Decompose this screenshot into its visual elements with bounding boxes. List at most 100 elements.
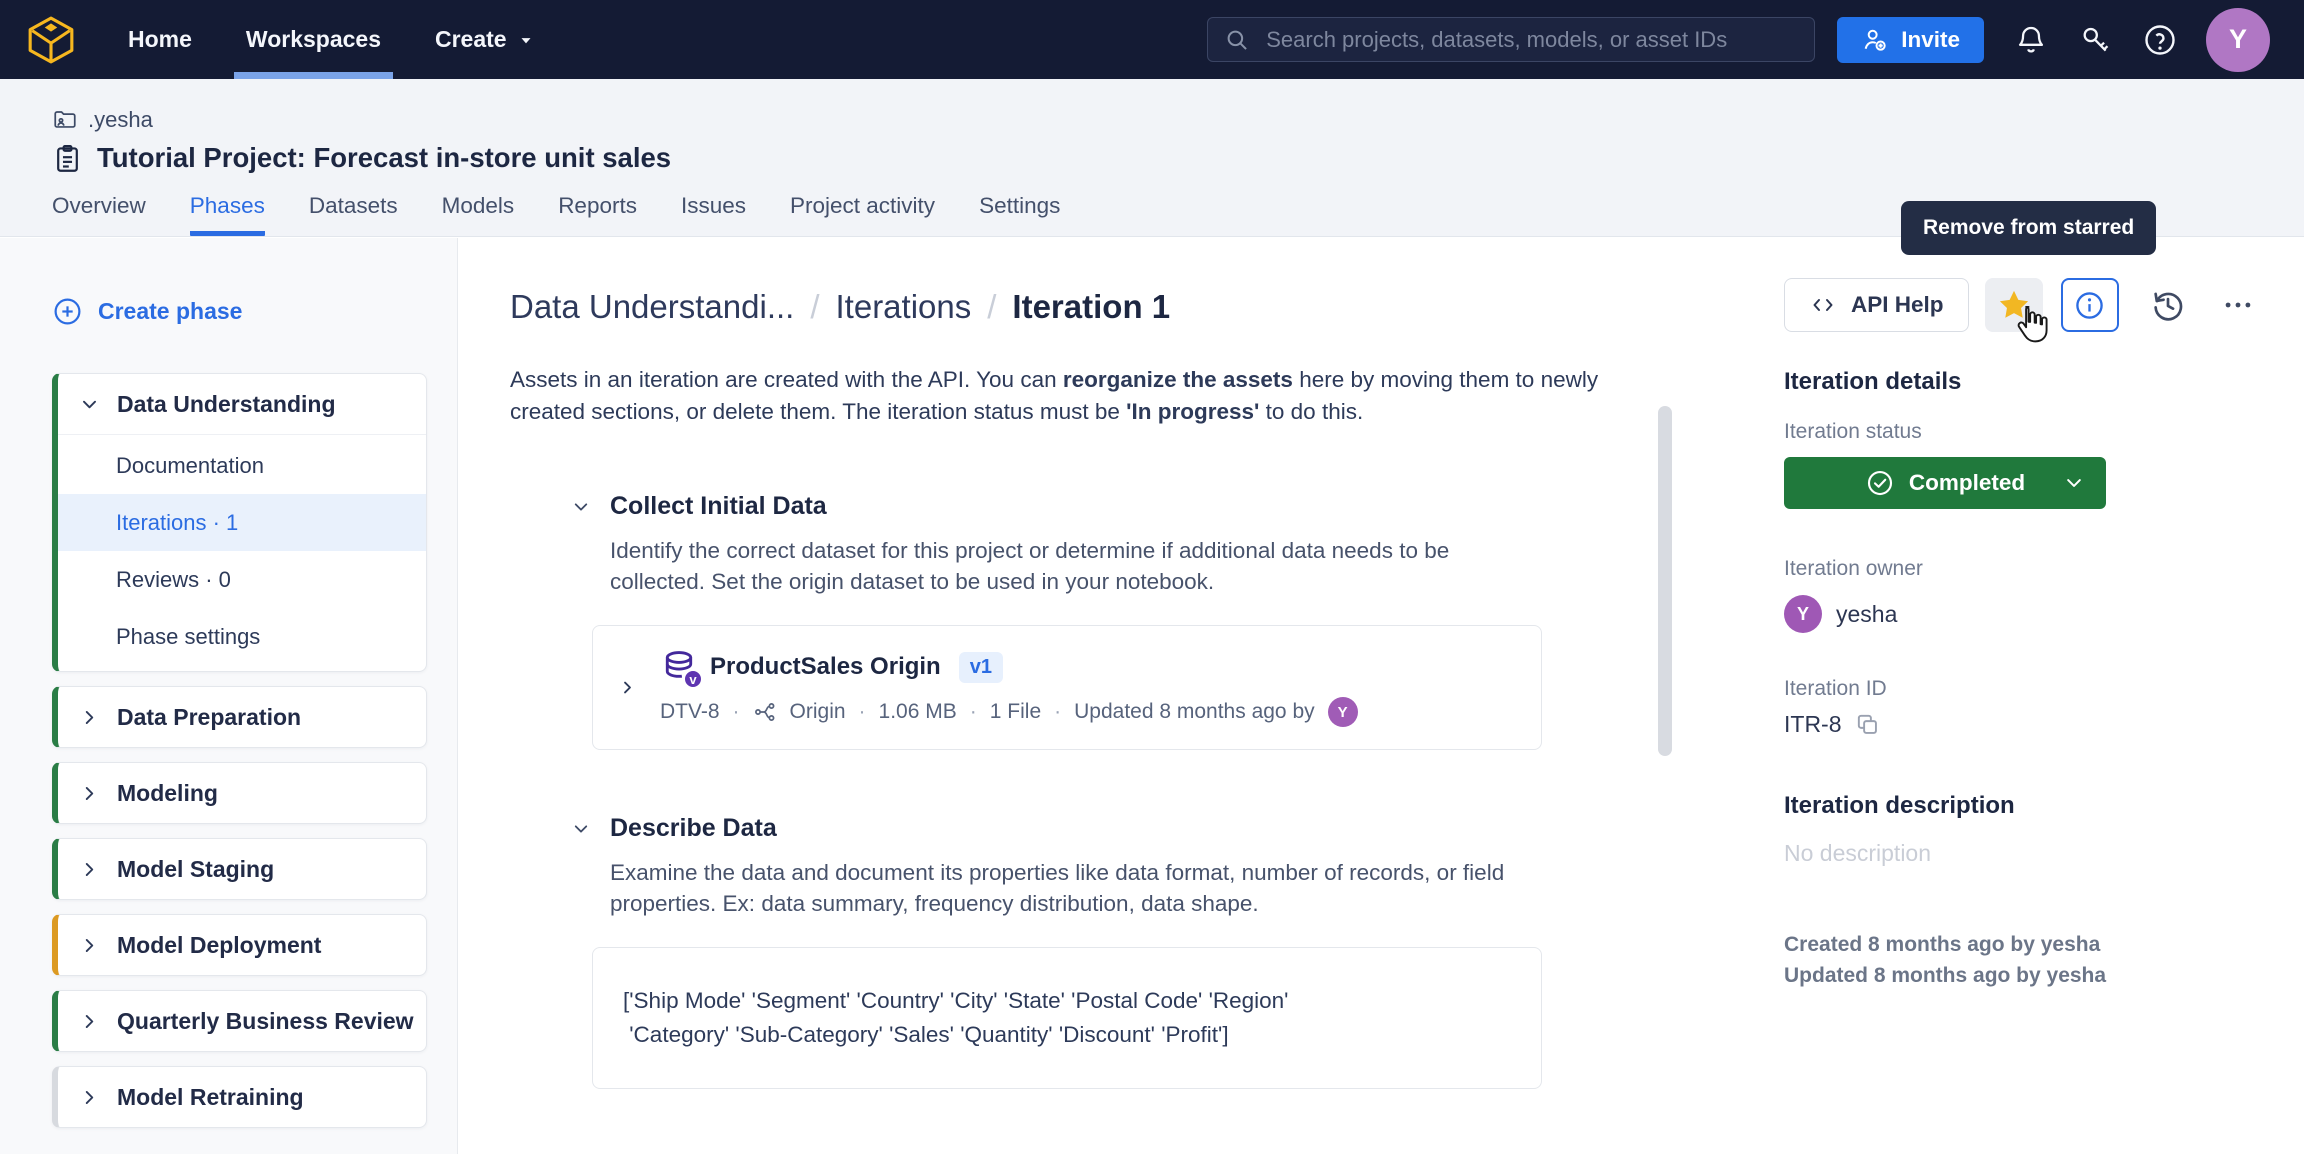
info-button[interactable] xyxy=(2061,278,2119,332)
asset-origin: Origin xyxy=(790,700,846,724)
api-help-label: API Help xyxy=(1851,292,1944,318)
phase-title: Model Retraining xyxy=(117,1084,304,1111)
tab-datasets[interactable]: Datasets xyxy=(309,193,398,236)
owner-avatar: Y xyxy=(1784,595,1822,633)
mouse-cursor-pointer xyxy=(2010,302,2052,344)
iteration-owner-label: Iteration owner xyxy=(1784,557,2270,581)
sidebar-item-phase-settings[interactable]: Phase settings xyxy=(58,608,426,665)
section-collect-initial-data: Collect Initial Data Identify the correc… xyxy=(572,492,1782,750)
project-title-row: Tutorial Project: Forecast in-store unit… xyxy=(52,142,2304,174)
chevron-down-icon xyxy=(2064,473,2084,493)
phase-card-model-deployment: Model Deployment xyxy=(52,914,427,976)
sidebar-item-reviews[interactable]: Reviews · 0 xyxy=(58,551,426,608)
plus-circle-icon xyxy=(52,296,83,327)
key-icon xyxy=(2078,23,2112,57)
history-button[interactable] xyxy=(2149,286,2187,324)
phase-header-model-retraining[interactable]: Model Retraining xyxy=(58,1067,426,1127)
nav-workspaces-label: Workspaces xyxy=(246,26,381,53)
primary-nav: Home Workspaces Create xyxy=(128,0,535,79)
phases-sidebar: Create phase Data Understanding Document… xyxy=(0,238,458,1154)
iteration-id-value: ITR-8 xyxy=(1784,711,1842,738)
tab-reports[interactable]: Reports xyxy=(558,193,637,236)
bell-icon xyxy=(2014,23,2048,57)
phase-header-data-preparation[interactable]: Data Preparation xyxy=(58,687,426,747)
notifications-button[interactable] xyxy=(2014,23,2048,57)
api-keys-button[interactable] xyxy=(2078,23,2112,57)
owner-name: yesha xyxy=(1836,601,1897,628)
tab-overview[interactable]: Overview xyxy=(52,193,146,236)
search-input[interactable] xyxy=(1207,17,1815,62)
search-icon xyxy=(1223,26,1250,53)
code-brackets-icon xyxy=(1809,293,1837,317)
tab-project-activity[interactable]: Project activity xyxy=(790,193,935,236)
phase-header-model-deployment[interactable]: Model Deployment xyxy=(58,915,426,975)
history-clock-icon xyxy=(2149,286,2187,324)
origin-branch-icon xyxy=(753,700,777,724)
sidebar-item-documentation[interactable]: Documentation xyxy=(58,437,426,494)
phase-card-data-preparation: Data Preparation xyxy=(52,686,427,748)
global-search xyxy=(1207,17,1815,62)
asset-file-count: 1 File xyxy=(990,700,1041,724)
nav-home[interactable]: Home xyxy=(128,0,192,79)
iteration-details-panel: API Help Iteration details Iteration sta… xyxy=(1782,238,2304,1154)
dataset-asset-card[interactable]: v ProductSales Origin v1 DTV-8 · Origin xyxy=(592,625,1542,750)
more-actions-button[interactable] xyxy=(2221,288,2255,322)
breadcrumb-iterations[interactable]: Iterations xyxy=(836,288,972,326)
phase-card-modeling: Modeling xyxy=(52,762,427,824)
tab-issues[interactable]: Issues xyxy=(681,193,746,236)
create-phase-button[interactable]: Create phase xyxy=(52,296,427,327)
nav-create[interactable]: Create xyxy=(435,0,535,79)
workspace-name: .yesha xyxy=(88,107,153,133)
iteration-audit-text: Created 8 months ago by yesha Updated 8 … xyxy=(1784,929,2270,991)
chevron-down-icon[interactable] xyxy=(572,820,590,838)
breadcrumb-current: Iteration 1 xyxy=(1012,288,1170,326)
chevron-right-icon xyxy=(80,936,99,955)
tab-models[interactable]: Models xyxy=(442,193,515,236)
version-badge-icon: v xyxy=(683,669,703,689)
phase-title: Quarterly Business Review xyxy=(117,1008,414,1035)
iteration-description-value: No description xyxy=(1784,840,2270,867)
updated-text: Updated 8 months ago by yesha xyxy=(1784,960,2270,991)
iteration-status-dropdown[interactable]: Completed xyxy=(1784,457,2106,509)
iteration-main: Data Understandi... / Iterations / Itera… xyxy=(458,238,1782,1154)
phase-header-modeling[interactable]: Modeling xyxy=(58,763,426,823)
intro-text: to do this. xyxy=(1259,399,1363,424)
section-description: Identify the correct dataset for this pr… xyxy=(610,535,1525,597)
workspace-folder-icon xyxy=(52,107,78,133)
phase-header-quarterly-business-review[interactable]: Quarterly Business Review xyxy=(58,991,426,1051)
nav-create-label: Create xyxy=(435,26,507,53)
meta-separator: · xyxy=(859,700,866,724)
main-scrollbar-thumb[interactable] xyxy=(1658,406,1672,756)
section-header[interactable]: Collect Initial Data xyxy=(572,492,1782,521)
caret-down-icon xyxy=(517,31,535,49)
workspace-breadcrumb[interactable]: .yesha xyxy=(52,107,2304,133)
tab-phases[interactable]: Phases xyxy=(190,193,265,236)
user-avatar[interactable]: Y xyxy=(2206,8,2270,72)
invite-button[interactable]: Invite xyxy=(1837,17,1984,63)
phase-title: Modeling xyxy=(117,780,218,807)
phase-header-data-understanding[interactable]: Data Understanding xyxy=(58,374,426,434)
chevron-right-icon xyxy=(80,860,99,879)
phase-header-model-staging[interactable]: Model Staging xyxy=(58,839,426,899)
chevron-down-icon[interactable] xyxy=(572,498,590,516)
iteration-id-label: Iteration ID xyxy=(1784,677,2270,701)
section-description: Examine the data and document its proper… xyxy=(610,857,1525,919)
asset-name[interactable]: ProductSales Origin xyxy=(710,653,941,681)
intro-text: Assets in an iteration are created with … xyxy=(510,367,1063,392)
nav-home-label: Home xyxy=(128,26,192,53)
phase-card-quarterly-business-review: Quarterly Business Review xyxy=(52,990,427,1052)
section-header[interactable]: Describe Data xyxy=(572,814,1782,843)
remove-from-starred-tooltip: Remove from starred xyxy=(1901,201,2156,255)
sidebar-item-iterations[interactable]: Iterations · 1 xyxy=(58,494,426,551)
tab-settings[interactable]: Settings xyxy=(979,193,1060,236)
meta-separator: · xyxy=(970,700,977,724)
breadcrumb-phase[interactable]: Data Understandi... xyxy=(510,288,794,326)
app-logo-icon[interactable] xyxy=(26,14,76,66)
copy-icon[interactable] xyxy=(1854,711,1881,738)
user-avatar-initial: Y xyxy=(2229,24,2247,55)
api-help-button[interactable]: API Help xyxy=(1784,278,1969,332)
expand-chevron-icon[interactable] xyxy=(619,679,636,696)
intro-bold-in-progress: 'In progress' xyxy=(1126,399,1259,424)
nav-workspaces[interactable]: Workspaces xyxy=(246,0,381,79)
help-button[interactable] xyxy=(2142,22,2178,58)
